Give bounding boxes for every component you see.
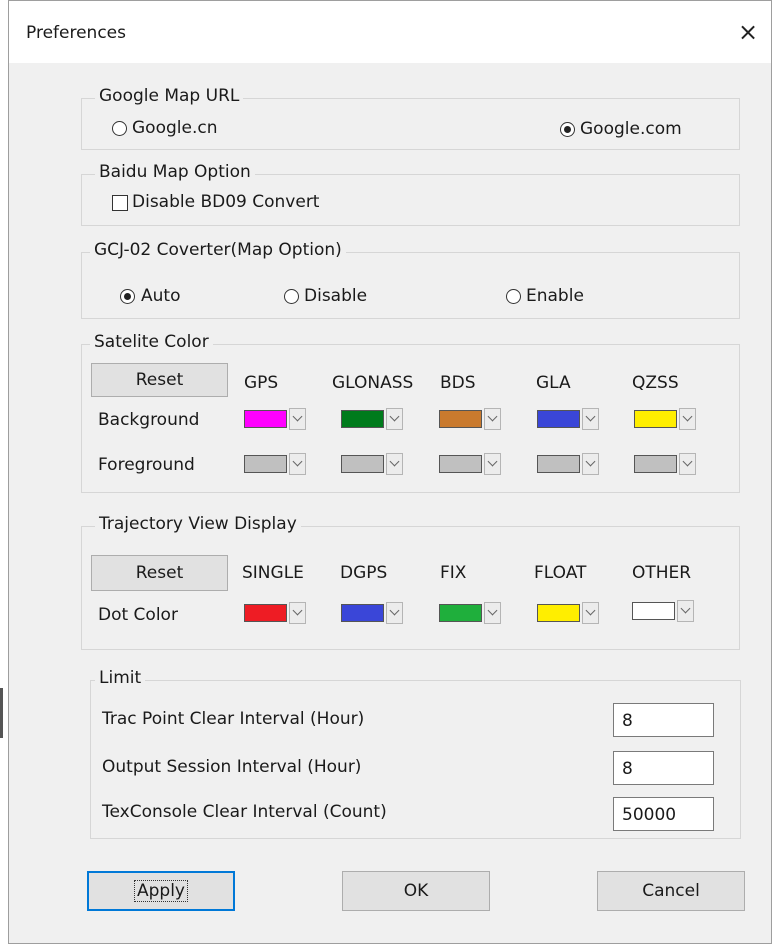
- apply-button[interactable]: Apply: [87, 871, 235, 911]
- color-swatch: [634, 410, 677, 428]
- color-swatch: [244, 410, 287, 428]
- window-title: Preferences: [26, 23, 126, 43]
- output-session-input[interactable]: 8: [613, 751, 714, 785]
- radio-gcj-disable-label: Disable: [304, 286, 368, 306]
- color-swatch: [537, 455, 580, 473]
- trajectory-col-single: SINGLE: [242, 563, 304, 583]
- satellite-color-label: Satelite Color: [90, 332, 213, 352]
- satellite-col-gla: GLA: [536, 373, 571, 393]
- chevron-down-icon[interactable]: [582, 602, 599, 624]
- google-map-url-group: Google Map URL Google.cn Google.com: [81, 86, 740, 150]
- radio-google-cn-indicator[interactable]: [112, 121, 127, 136]
- texconsole-clear-label: TexConsole Clear Interval (Count): [102, 802, 387, 822]
- gla-foreground-color-picker[interactable]: [535, 451, 599, 477]
- chevron-down-icon[interactable]: [582, 453, 599, 475]
- qzss-background-color-picker[interactable]: [632, 406, 696, 432]
- chevron-down-icon[interactable]: [582, 408, 599, 430]
- close-icon[interactable]: ×: [725, 9, 771, 55]
- trac-point-clear-label: Trac Point Clear Interval (Hour): [102, 709, 365, 729]
- satellite-col-bds: BDS: [440, 373, 476, 393]
- bds-foreground-color-picker[interactable]: [437, 451, 501, 477]
- single-dot-color-picker[interactable]: [242, 600, 306, 626]
- baidu-map-option-group: Baidu Map Option Disable BD09 Convert: [81, 162, 740, 226]
- other-dot-color-picker[interactable]: [630, 598, 694, 624]
- satellite-col-gps: GPS: [244, 373, 279, 393]
- texconsole-clear-input[interactable]: 50000: [613, 797, 714, 831]
- fix-dot-color-picker[interactable]: [437, 600, 501, 626]
- gcj-converter-label: GCJ-02 Coverter(Map Option): [90, 240, 346, 260]
- chevron-down-icon[interactable]: [386, 408, 403, 430]
- trajectory-col-dgps: DGPS: [340, 563, 388, 583]
- chevron-down-icon[interactable]: [484, 453, 501, 475]
- chevron-down-icon[interactable]: [679, 453, 696, 475]
- trajectory-col-float: FLOAT: [534, 563, 587, 583]
- ok-button[interactable]: OK: [342, 871, 490, 911]
- float-dot-color-picker[interactable]: [535, 600, 599, 626]
- disable-bd09-checkbox-label: Disable BD09 Convert: [132, 192, 320, 212]
- radio-gcj-disable-indicator[interactable]: [284, 289, 299, 304]
- trajectory-col-other: OTHER: [632, 563, 692, 583]
- radio-google-com-label: Google.com: [580, 119, 682, 139]
- trajectory-row-dot-color: Dot Color: [98, 605, 178, 625]
- glonass-foreground-color-picker[interactable]: [339, 451, 403, 477]
- color-swatch: [537, 410, 580, 428]
- radio-google-com-indicator[interactable]: [560, 122, 575, 137]
- google-map-url-label: Google Map URL: [95, 86, 244, 106]
- satellite-col-qzss: QZSS: [632, 373, 679, 393]
- radio-gcj-enable-label: Enable: [526, 286, 584, 306]
- color-swatch: [634, 455, 677, 473]
- color-swatch: [341, 455, 384, 473]
- chevron-down-icon[interactable]: [484, 408, 501, 430]
- title-bar: Preferences ×: [9, 1, 771, 63]
- trajectory-reset-button[interactable]: Reset: [91, 555, 228, 591]
- chevron-down-icon[interactable]: [289, 602, 306, 624]
- color-swatch: [439, 410, 482, 428]
- disable-bd09-checkbox-box[interactable]: [112, 195, 128, 211]
- radio-google-cn-label: Google.cn: [132, 118, 218, 138]
- satellite-color-group: Satelite Color Reset GPS GLONASS BDS GLA…: [81, 332, 740, 493]
- qzss-foreground-color-picker[interactable]: [632, 451, 696, 477]
- radio-gcj-auto-label: Auto: [141, 286, 181, 306]
- satellite-row-background: Background: [98, 410, 200, 430]
- chevron-down-icon[interactable]: [677, 600, 694, 622]
- glonass-background-color-picker[interactable]: [339, 406, 403, 432]
- chevron-down-icon[interactable]: [679, 408, 696, 430]
- color-swatch: [244, 455, 287, 473]
- trajectory-col-fix: FIX: [440, 563, 467, 583]
- bds-background-color-picker[interactable]: [437, 406, 501, 432]
- satellite-reset-button[interactable]: Reset: [91, 363, 228, 397]
- satellite-col-glonass: GLONASS: [332, 373, 414, 393]
- color-swatch: [537, 604, 580, 622]
- gcj-converter-group: GCJ-02 Coverter(Map Option) Auto Disable…: [81, 240, 740, 319]
- cancel-button[interactable]: Cancel: [597, 871, 745, 911]
- color-swatch: [439, 604, 482, 622]
- color-swatch: [439, 455, 482, 473]
- radio-gcj-enable-indicator[interactable]: [506, 289, 521, 304]
- chevron-down-icon[interactable]: [289, 453, 306, 475]
- radio-gcj-auto-indicator[interactable]: [120, 289, 135, 304]
- limit-group: Limit Trac Point Clear Interval (Hour) 8…: [90, 668, 741, 839]
- dgps-dot-color-picker[interactable]: [339, 600, 403, 626]
- color-swatch: [341, 410, 384, 428]
- color-swatch: [632, 602, 675, 620]
- trac-point-clear-input[interactable]: 8: [613, 703, 714, 737]
- gps-background-color-picker[interactable]: [242, 406, 306, 432]
- color-swatch: [341, 604, 384, 622]
- background-window-edge: [0, 688, 3, 738]
- satellite-row-foreground: Foreground: [98, 455, 195, 475]
- gla-background-color-picker[interactable]: [535, 406, 599, 432]
- trajectory-view-group: Trajectory View Display Reset SINGLE DGP…: [81, 514, 740, 650]
- chevron-down-icon[interactable]: [484, 602, 501, 624]
- chevron-down-icon[interactable]: [386, 602, 403, 624]
- limit-label: Limit: [95, 668, 146, 688]
- output-session-label: Output Session Interval (Hour): [102, 757, 362, 777]
- preferences-dialog: Preferences × Google Map URL Google.cn G…: [8, 0, 772, 944]
- gps-foreground-color-picker[interactable]: [242, 451, 306, 477]
- trajectory-view-label: Trajectory View Display: [95, 514, 301, 534]
- color-swatch: [244, 604, 287, 622]
- apply-button-label: Apply: [134, 880, 188, 902]
- chevron-down-icon[interactable]: [289, 408, 306, 430]
- chevron-down-icon[interactable]: [386, 453, 403, 475]
- baidu-map-option-label: Baidu Map Option: [95, 162, 255, 182]
